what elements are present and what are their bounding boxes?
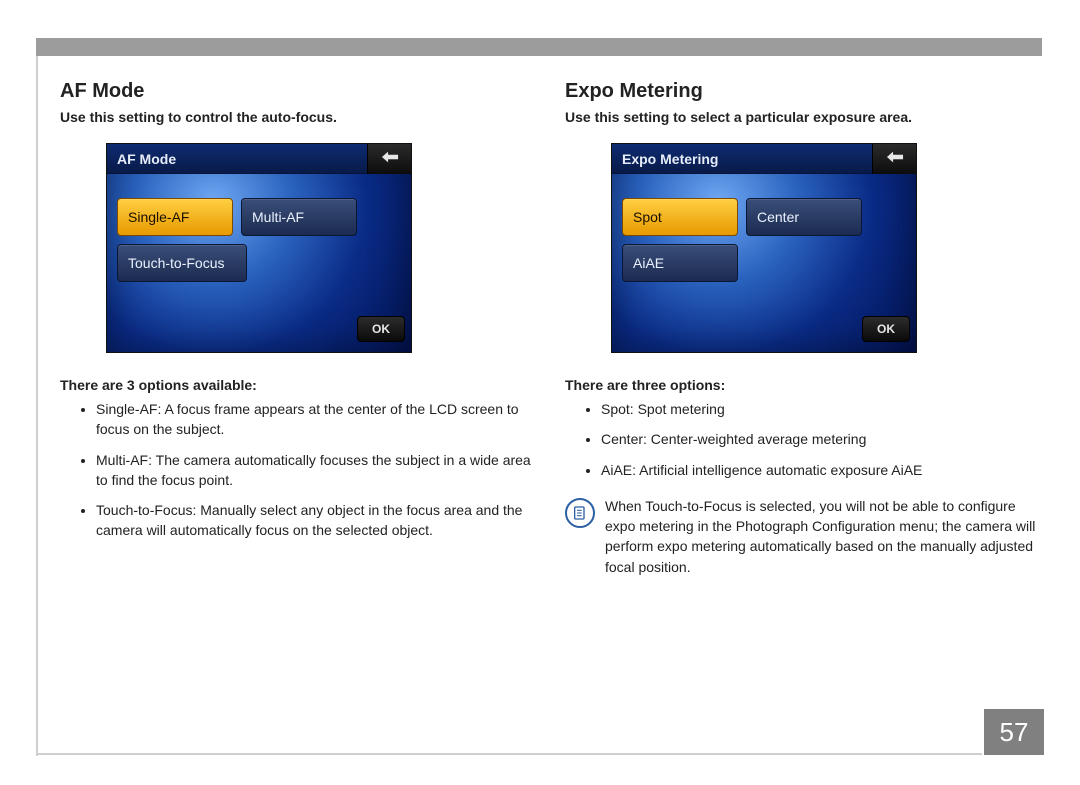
af-option-single-af[interactable]: Single-AF	[117, 198, 233, 236]
list-item: AiAE: Artificial intelligence automatic …	[601, 460, 1040, 480]
ok-button[interactable]: OK	[862, 316, 910, 342]
expo-metering-screenshot: Expo Metering Spot Center AiAE OK	[611, 143, 917, 353]
expo-screen-titlebar: Expo Metering	[612, 144, 916, 174]
back-arrow-icon	[885, 150, 905, 169]
expo-metering-lede: Use this setting to select a particular …	[565, 109, 1040, 125]
list-item: Center: Center-weighted average metering	[601, 429, 1040, 449]
list-item: Single-AF: A focus frame appears at the …	[96, 399, 535, 440]
list-item: Multi-AF: The camera automatically focus…	[96, 450, 535, 491]
left-column: AF Mode Use this setting to control the …	[60, 80, 535, 705]
note-block: When Touch-to-Focus is selected, you wil…	[565, 496, 1040, 577]
back-button[interactable]	[872, 144, 916, 174]
af-option-multi-af[interactable]: Multi-AF	[241, 198, 357, 236]
expo-options-intro: There are three options:	[565, 377, 1040, 393]
ok-button[interactable]: OK	[357, 316, 405, 342]
expo-screen-title: Expo Metering	[622, 151, 718, 167]
page-top-bar	[36, 38, 1042, 56]
page-left-rule	[36, 56, 38, 756]
note-icon	[565, 498, 595, 528]
expo-option-center[interactable]: Center	[746, 198, 862, 236]
expo-options-list: Spot: Spot metering Center: Center-weigh…	[565, 399, 1040, 480]
af-mode-screenshot: AF Mode Single-AF Multi-AF Touch-to-Focu…	[106, 143, 412, 353]
content-columns: AF Mode Use this setting to control the …	[60, 80, 1040, 705]
manual-page: 57 AF Mode Use this setting to control t…	[0, 0, 1080, 785]
note-text: When Touch-to-Focus is selected, you wil…	[605, 496, 1040, 577]
expo-option-aiae[interactable]: AiAE	[622, 244, 738, 282]
expo-metering-heading: Expo Metering	[565, 80, 1040, 103]
af-screen-titlebar: AF Mode	[107, 144, 411, 174]
list-item: Spot: Spot metering	[601, 399, 1040, 419]
expo-option-spot[interactable]: Spot	[622, 198, 738, 236]
back-arrow-icon	[380, 150, 400, 169]
list-item: Touch-to-Focus: Manually select any obje…	[96, 500, 535, 541]
af-mode-lede: Use this setting to control the auto-foc…	[60, 109, 535, 125]
af-option-touch-to-focus[interactable]: Touch-to-Focus	[117, 244, 247, 282]
af-screen-title: AF Mode	[117, 151, 176, 167]
right-column: Expo Metering Use this setting to select…	[565, 80, 1040, 705]
af-options-intro: There are 3 options available:	[60, 377, 535, 393]
page-bottom-rule	[36, 753, 982, 755]
af-mode-heading: AF Mode	[60, 80, 535, 103]
page-number: 57	[984, 709, 1044, 755]
af-options-list: Single-AF: A focus frame appears at the …	[60, 399, 535, 541]
back-button[interactable]	[367, 144, 411, 174]
